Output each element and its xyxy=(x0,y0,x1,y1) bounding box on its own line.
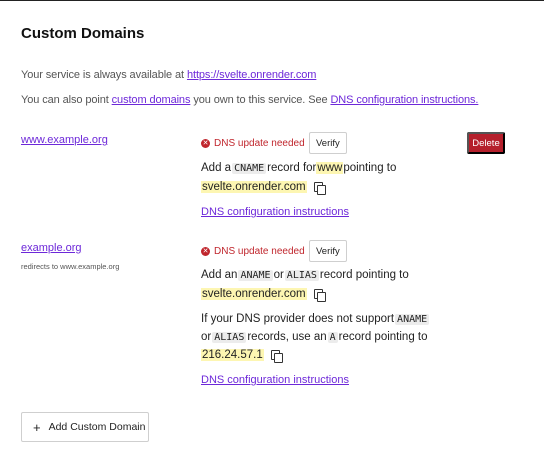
ip-value: 216.24.57.1 xyxy=(201,349,264,361)
plus-icon: + xyxy=(33,419,41,435)
add-custom-domain-button[interactable]: + Add Custom Domain xyxy=(21,412,149,442)
redirect-note: redirects to www.example.org xyxy=(21,262,120,271)
target-row: svelte.onrender.com xyxy=(201,181,326,195)
instr-text: record pointing to xyxy=(338,331,428,343)
section-title: Custom Domains xyxy=(21,25,145,42)
instr-text: record pointing to xyxy=(319,269,409,281)
record-type: ALIAS xyxy=(212,331,247,343)
custom-domains-link[interactable]: custom domains xyxy=(112,94,191,106)
instr-text: record for xyxy=(267,162,317,174)
dns-status: ✕ DNS update needed xyxy=(201,138,305,149)
record-type: CNAME xyxy=(232,162,267,174)
instr-text: pointing to xyxy=(343,162,397,174)
fallback-instruction: If your DNS provider does not support AN… xyxy=(201,313,430,325)
target-value: svelte.onrender.com xyxy=(201,288,307,300)
domain-name-link[interactable]: www.example.org xyxy=(21,134,108,146)
record-instruction: Add an ANAME or ALIAS record pointing to xyxy=(201,269,409,281)
host-value: www xyxy=(316,162,344,174)
error-icon: ✕ xyxy=(201,247,210,256)
instr-text: Add a xyxy=(201,162,232,174)
verify-button[interactable]: Verify xyxy=(309,132,347,154)
instr-text: records, use an xyxy=(247,331,327,343)
dns-instructions-link[interactable]: DNS configuration instructions xyxy=(201,374,349,386)
ip-row: 216.24.57.1 xyxy=(201,349,283,363)
dns-instructions-link[interactable]: DNS configuration instructions. xyxy=(330,94,478,106)
error-icon: ✕ xyxy=(201,139,210,148)
fallback-instruction: or ALIAS records, use an A record pointi… xyxy=(201,331,428,343)
intro-line-2: You can also point custom domains you ow… xyxy=(21,94,478,106)
record-type: ANAME xyxy=(238,269,273,281)
record-instruction: Add a CNAME record for www pointing to xyxy=(201,162,396,174)
instr-text: or xyxy=(201,331,212,343)
intro-text: You can also point xyxy=(21,94,112,106)
verify-button[interactable]: Verify xyxy=(309,240,347,262)
instr-text: If your DNS provider does not support xyxy=(201,313,395,325)
record-type: ANAME xyxy=(395,313,430,325)
record-type: ALIAS xyxy=(284,269,319,281)
target-row: svelte.onrender.com xyxy=(201,288,326,302)
record-type: A xyxy=(327,331,338,343)
intro-text: you own to this service. See xyxy=(190,94,331,106)
intro-line-1: Your service is always available at http… xyxy=(21,69,316,81)
domain-name-link[interactable]: example.org xyxy=(21,242,82,254)
copy-icon[interactable] xyxy=(270,349,283,363)
top-border xyxy=(0,0,544,1)
copy-icon[interactable] xyxy=(313,181,326,195)
intro-text: Your service is always available at xyxy=(21,69,187,81)
status-text: DNS update needed xyxy=(214,138,305,149)
add-button-label: Add Custom Domain xyxy=(48,421,146,433)
dns-instructions-link[interactable]: DNS configuration instructions xyxy=(201,206,349,218)
status-text: DNS update needed xyxy=(214,246,305,257)
delete-button[interactable]: Delete xyxy=(467,132,505,154)
instr-text: or xyxy=(273,269,284,281)
target-value: svelte.onrender.com xyxy=(201,181,307,193)
copy-icon[interactable] xyxy=(313,288,326,302)
instr-text: Add an xyxy=(201,269,238,281)
service-url-link[interactable]: https://svelte.onrender.com xyxy=(187,69,316,81)
dns-status: ✕ DNS update needed xyxy=(201,246,305,257)
